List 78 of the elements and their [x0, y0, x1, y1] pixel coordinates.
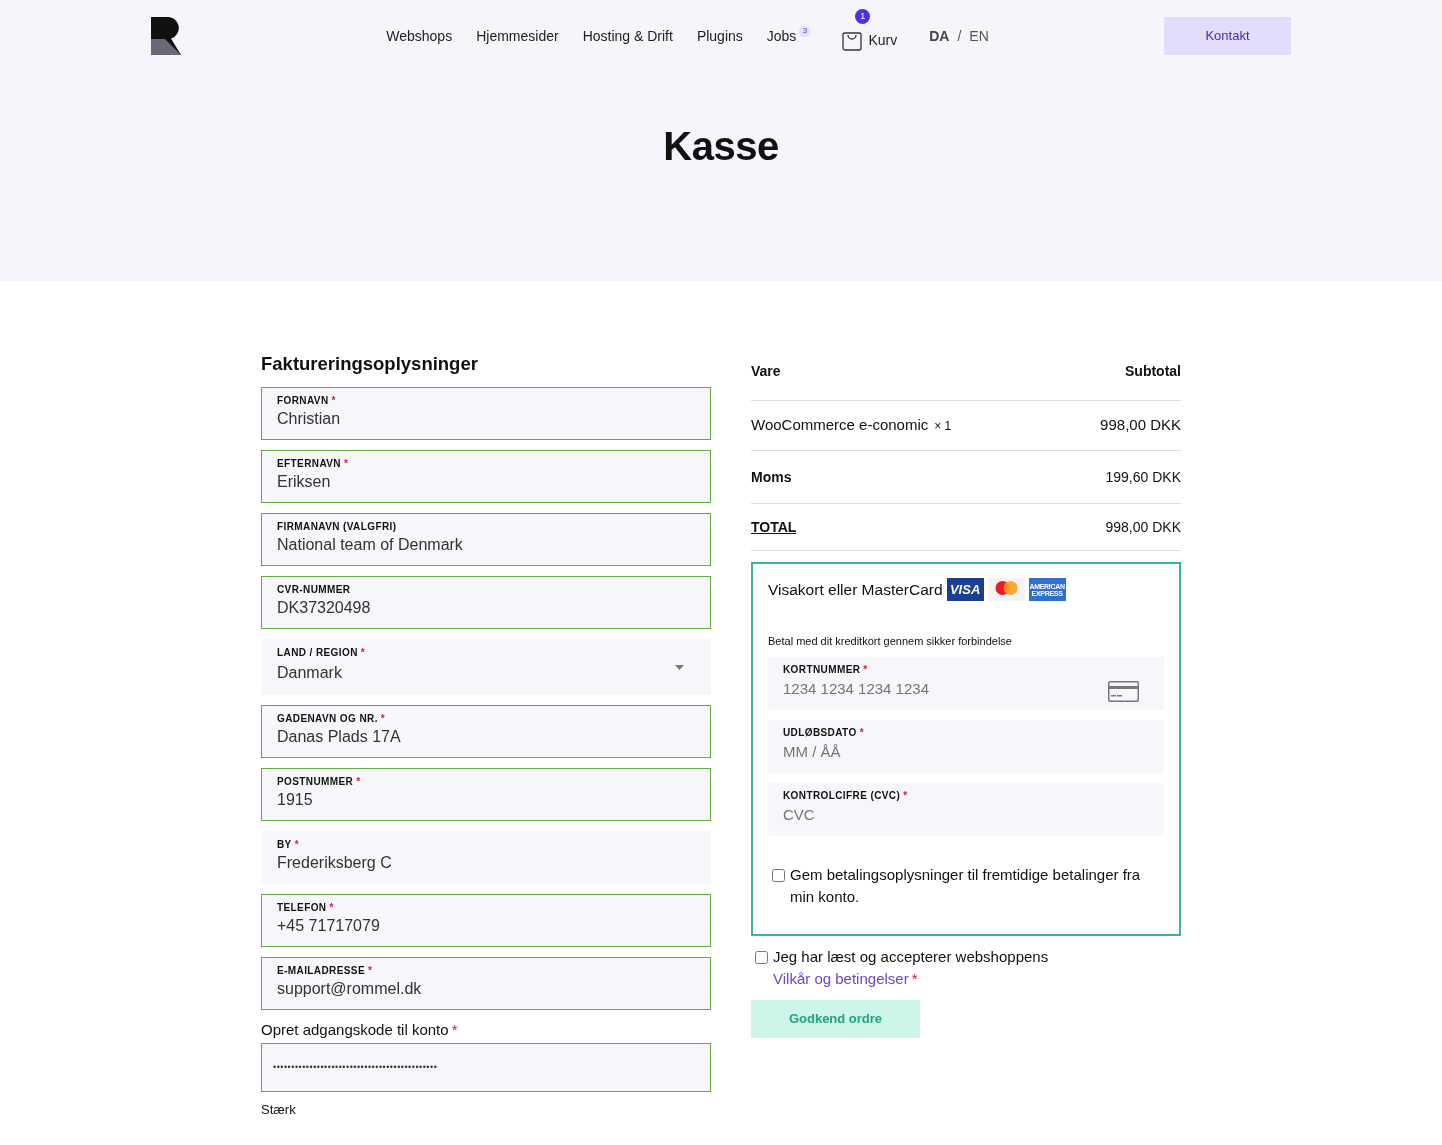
terms-text: Jeg har læst og accepterer webshoppens Vilkår og betingelser * — [773, 946, 1050, 989]
field-label: LAND / REGION * — [277, 647, 367, 660]
text-field[interactable]: FIRMANAVN (VALGFRI) National team of Denmark — [261, 513, 711, 567]
field-label: UDLØBSDATO * — [783, 726, 865, 739]
field-label: TELEFON * — [277, 902, 335, 915]
card-input-field[interactable]: KONTROLCIFRE (CVC) * CVC — [768, 782, 1164, 836]
select-field[interactable]: Danmark — [277, 662, 695, 685]
input-field[interactable]: DK37320498 — [277, 597, 695, 620]
total-amount: 998,00 DKK — [1105, 517, 1181, 537]
text-field[interactable]: BY * Frederiksberg C — [261, 831, 711, 885]
input-field[interactable]: 1915 — [277, 789, 695, 812]
quantity: × 1 — [934, 419, 952, 434]
field-label: GADENAVN OG NR. * — [277, 713, 387, 726]
language-link[interactable]: DA — [929, 25, 950, 47]
terms-link[interactable]: Vilkår og betingelser — [773, 969, 909, 987]
input-field[interactable]: National team of Denmark — [277, 534, 695, 557]
field-label: FIRMANAVN (VALGFRI) — [277, 521, 398, 534]
text-field[interactable]: EFTERNAVN * Eriksen — [261, 450, 711, 504]
field-label: CVR-NUMMER — [277, 584, 352, 597]
field-label: KONTROLCIFRE (CVC) * — [783, 789, 909, 802]
field-label: Opret adgangskode til konto * — [261, 1020, 459, 1041]
column-header: Subtotal — [1125, 362, 1181, 381]
field-label: EFTERNAVN * — [277, 458, 350, 471]
field-label: E-MAILADRESSE * — [277, 965, 374, 978]
product-name: WooCommerce e-conomic — [751, 416, 929, 434]
input-field[interactable]: Frederiksberg C — [277, 852, 695, 875]
input-field[interactable]: Eriksen — [277, 471, 695, 494]
input-field[interactable]: CVC — [783, 803, 1083, 826]
text-field[interactable]: CVR-NUMMER DK37320498 — [261, 576, 711, 630]
field-label: BY * — [277, 839, 300, 852]
mastercard-logo — [987, 578, 1025, 602]
shopping-bag-icon — [842, 29, 863, 51]
input-field[interactable]: +45 71717079 — [277, 915, 695, 938]
credit-card-icon — [1108, 680, 1139, 702]
nav-link[interactable]: Plugins — [696, 25, 743, 47]
text-field[interactable]: GADENAVN OG NR. * Danas Plads 17A — [261, 705, 711, 759]
line-amount: 998,00 DKK — [1100, 415, 1181, 436]
password-field[interactable]: ••••••••••••••••••••••••••••••••••••••••••••• — [261, 1043, 711, 1093]
total-label: TOTAL — [751, 517, 797, 537]
nav-link[interactable]: Hjemmesider — [476, 25, 559, 47]
caret-icon — [675, 665, 684, 671]
checkbox[interactable] — [772, 868, 785, 882]
field-label: FORNAVN * — [277, 395, 337, 408]
card-input-field[interactable]: UDLØBSDATO * MM / ÅÅ — [768, 719, 1164, 773]
field-label: POSTNUMMER * — [277, 776, 362, 789]
nav-link[interactable]: Jobs 3 — [766, 25, 811, 47]
column-header: Vare — [751, 362, 781, 381]
payment-method-label: Visakort eller MasterCard — [768, 580, 943, 600]
field-label: KORTNUMMER * — [783, 663, 869, 676]
page-title: Kasse — [663, 123, 779, 170]
section-heading: Faktureringsoplysninger — [261, 353, 479, 376]
input-field[interactable]: MM / ÅÅ — [783, 740, 1083, 763]
input-field[interactable]: 1234 1234 1234 1234 — [783, 677, 1083, 700]
select-field[interactable]: LAND / REGION * Danmark — [261, 639, 711, 696]
input-field[interactable]: support@rommel.dk — [277, 978, 695, 1001]
card-input-field[interactable]: KORTNUMMER * 1234 1234 1234 1234 — [768, 656, 1164, 710]
nav-link[interactable]: Hosting & Drift — [582, 25, 673, 47]
language-separator: / — [957, 26, 962, 46]
text-field[interactable]: TELEFON * +45 71717079 — [261, 894, 711, 948]
visa-logo: VISA — [946, 578, 984, 602]
text-field[interactable]: FORNAVN * Christian — [261, 387, 711, 441]
password-strength: Stærk — [261, 1101, 297, 1120]
text-field[interactable]: E-MAILADRESSE * support@rommel.dk — [261, 957, 711, 1011]
nav-link[interactable]: Webshops — [386, 25, 453, 47]
cart-count-badge: 1 — [855, 9, 871, 24]
payment-description: Betal med dit kreditkort gennem sikker forbindelse — [768, 634, 1013, 650]
cart-link[interactable]: Kurv — [842, 25, 898, 51]
count-badge: 3 — [799, 25, 811, 37]
contact-button[interactable]: Kontakt — [1164, 17, 1291, 55]
language-link[interactable]: EN — [969, 25, 989, 47]
checkbox-label: Gem betalingsoplysninger til fremtidige betalinger fra min konto. — [790, 864, 1142, 907]
tax-label: Moms — [751, 467, 792, 487]
logo-icon[interactable] — [151, 17, 181, 55]
tax-amount: 199,60 DKK — [1105, 467, 1181, 487]
input-field[interactable]: Christian — [277, 408, 695, 431]
input-field[interactable]: Danas Plads 17A — [277, 726, 695, 749]
text-field[interactable]: POSTNUMMER * 1915 — [261, 768, 711, 822]
checkbox[interactable] — [755, 950, 768, 964]
